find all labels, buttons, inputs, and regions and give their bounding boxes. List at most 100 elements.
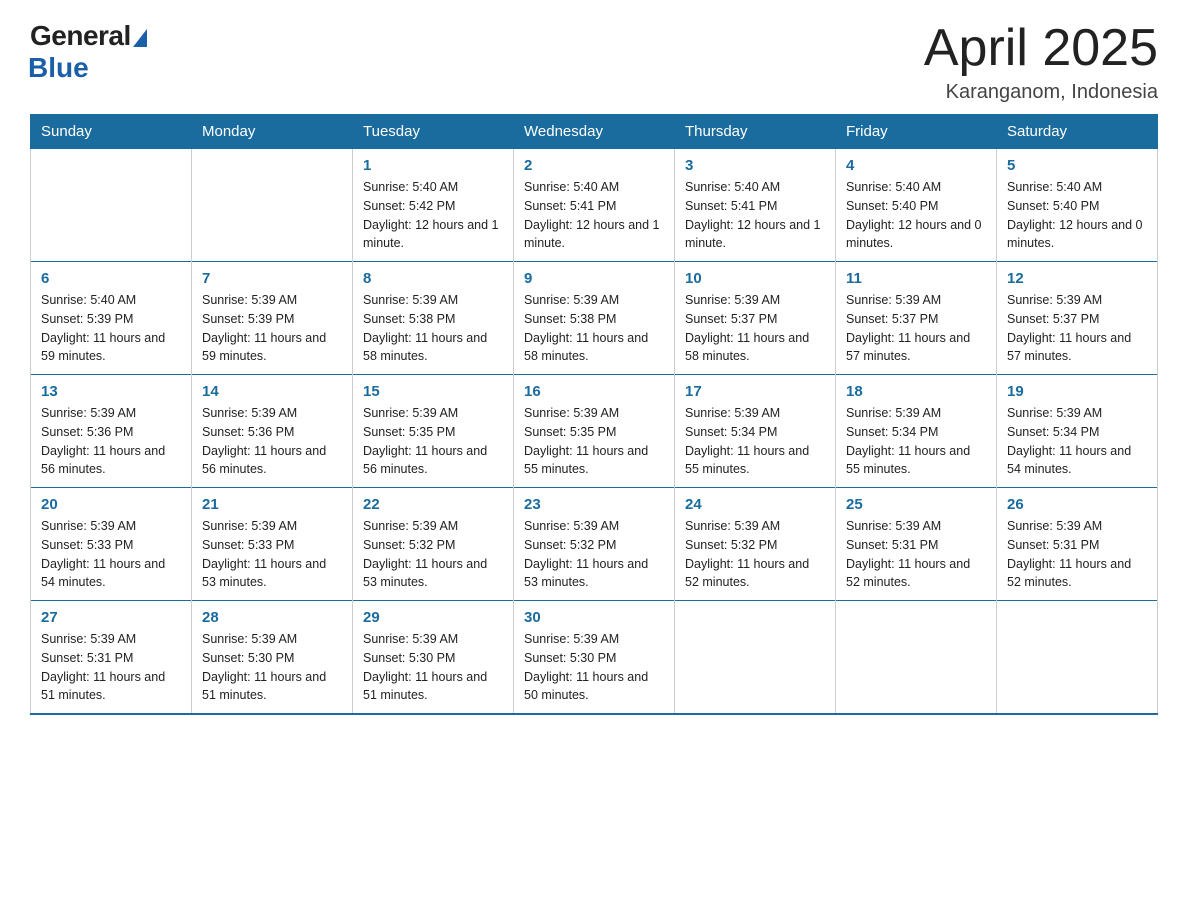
calendar-cell: 5 Sunrise: 5:40 AM Sunset: 5:40 PM Daylig… [997, 149, 1158, 262]
day-info: Sunrise: 5:39 AM Sunset: 5:34 PM Dayligh… [846, 404, 986, 479]
header-monday: Monday [192, 115, 353, 149]
day-number: 9 [524, 270, 664, 287]
day-number: 5 [1007, 157, 1147, 174]
day-info: Sunrise: 5:39 AM Sunset: 5:33 PM Dayligh… [202, 517, 342, 592]
calendar-header: Sunday Monday Tuesday Wednesday Thursday… [31, 115, 1158, 149]
logo: General Blue [30, 20, 147, 84]
day-info: Sunrise: 5:39 AM Sunset: 5:31 PM Dayligh… [846, 517, 986, 592]
day-number: 22 [363, 496, 503, 513]
week-row-1: 1 Sunrise: 5:40 AM Sunset: 5:42 PM Daylig… [31, 149, 1158, 262]
header-wednesday: Wednesday [514, 115, 675, 149]
day-number: 2 [524, 157, 664, 174]
day-info: Sunrise: 5:39 AM Sunset: 5:32 PM Dayligh… [524, 517, 664, 592]
calendar-cell: 24 Sunrise: 5:39 AM Sunset: 5:32 PM Dayli… [675, 488, 836, 601]
header-saturday: Saturday [997, 115, 1158, 149]
week-row-5: 27Sunrise: 5:39 AM Sunset: 5:31 PM Dayli… [31, 601, 1158, 715]
day-info: Sunrise: 5:39 AM Sunset: 5:37 PM Dayligh… [1007, 291, 1147, 366]
day-info: Sunrise: 5:39 AM Sunset: 5:35 PM Dayligh… [363, 404, 503, 479]
header-thursday: Thursday [675, 115, 836, 149]
header-friday: Friday [836, 115, 997, 149]
logo-blue-text: Blue [28, 52, 89, 84]
calendar-cell: 17 Sunrise: 5:39 AM Sunset: 5:34 PM Dayli… [675, 375, 836, 488]
day-info: Sunrise: 5:39 AM Sunset: 5:32 PM Dayligh… [685, 517, 825, 592]
logo-general-text: General [30, 20, 131, 52]
calendar-cell: 18 Sunrise: 5:39 AM Sunset: 5:34 PM Dayli… [836, 375, 997, 488]
day-info: Sunrise: 5:39 AM Sunset: 5:33 PM Dayligh… [41, 517, 181, 592]
day-info: Sunrise: 5:39 AM Sunset: 5:30 PM Dayligh… [363, 630, 503, 705]
header-tuesday: Tuesday [353, 115, 514, 149]
calendar-cell [997, 601, 1158, 715]
day-number: 11 [846, 270, 986, 287]
day-number: 17 [685, 383, 825, 400]
calendar-cell: 11 Sunrise: 5:39 AM Sunset: 5:37 PM Dayli… [836, 262, 997, 375]
calendar-cell: 23 Sunrise: 5:39 AM Sunset: 5:32 PM Dayli… [514, 488, 675, 601]
day-number: 18 [846, 383, 986, 400]
calendar-cell: 6 Sunrise: 5:40 AM Sunset: 5:39 PM Daylig… [31, 262, 192, 375]
calendar-cell: 26 Sunrise: 5:39 AM Sunset: 5:31 PM Dayli… [997, 488, 1158, 601]
calendar-cell: 22 Sunrise: 5:39 AM Sunset: 5:32 PM Dayli… [353, 488, 514, 601]
day-info: Sunrise: 5:40 AM Sunset: 5:40 PM Dayligh… [846, 178, 986, 253]
calendar-cell: 12Sunrise: 5:39 AM Sunset: 5:37 PM Dayli… [997, 262, 1158, 375]
calendar-cell: 21Sunrise: 5:39 AM Sunset: 5:33 PM Dayli… [192, 488, 353, 601]
calendar-table: Sunday Monday Tuesday Wednesday Thursday… [30, 114, 1158, 715]
day-info: Sunrise: 5:40 AM Sunset: 5:41 PM Dayligh… [685, 178, 825, 253]
day-number: 28 [202, 609, 342, 626]
day-info: Sunrise: 5:39 AM Sunset: 5:31 PM Dayligh… [41, 630, 181, 705]
calendar-cell: 7 Sunrise: 5:39 AM Sunset: 5:39 PM Daylig… [192, 262, 353, 375]
day-number: 16 [524, 383, 664, 400]
calendar-cell: 13Sunrise: 5:39 AM Sunset: 5:36 PM Dayli… [31, 375, 192, 488]
day-number: 4 [846, 157, 986, 174]
day-info: Sunrise: 5:40 AM Sunset: 5:42 PM Dayligh… [363, 178, 503, 253]
day-info: Sunrise: 5:39 AM Sunset: 5:34 PM Dayligh… [1007, 404, 1147, 479]
day-number: 6 [41, 270, 181, 287]
day-info: Sunrise: 5:40 AM Sunset: 5:39 PM Dayligh… [41, 291, 181, 366]
calendar-cell: 20 Sunrise: 5:39 AM Sunset: 5:33 PM Dayli… [31, 488, 192, 601]
day-number: 7 [202, 270, 342, 287]
day-info: Sunrise: 5:39 AM Sunset: 5:35 PM Dayligh… [524, 404, 664, 479]
calendar-cell: 27Sunrise: 5:39 AM Sunset: 5:31 PM Dayli… [31, 601, 192, 715]
day-info: Sunrise: 5:39 AM Sunset: 5:32 PM Dayligh… [363, 517, 503, 592]
header-row: Sunday Monday Tuesday Wednesday Thursday… [31, 115, 1158, 149]
day-number: 8 [363, 270, 503, 287]
day-number: 15 [363, 383, 503, 400]
day-number: 24 [685, 496, 825, 513]
day-number: 1 [363, 157, 503, 174]
header-sunday: Sunday [31, 115, 192, 149]
day-info: Sunrise: 5:39 AM Sunset: 5:34 PM Dayligh… [685, 404, 825, 479]
day-info: Sunrise: 5:39 AM Sunset: 5:31 PM Dayligh… [1007, 517, 1147, 592]
calendar-body: 1 Sunrise: 5:40 AM Sunset: 5:42 PM Daylig… [31, 149, 1158, 715]
calendar-title: April 2025 [924, 20, 1158, 77]
calendar-cell: 1 Sunrise: 5:40 AM Sunset: 5:42 PM Daylig… [353, 149, 514, 262]
calendar-cell [675, 601, 836, 715]
calendar-cell: 9 Sunrise: 5:39 AM Sunset: 5:38 PM Daylig… [514, 262, 675, 375]
calendar-cell: 28Sunrise: 5:39 AM Sunset: 5:30 PM Dayli… [192, 601, 353, 715]
day-info: Sunrise: 5:40 AM Sunset: 5:40 PM Dayligh… [1007, 178, 1147, 253]
week-row-4: 20 Sunrise: 5:39 AM Sunset: 5:33 PM Dayli… [31, 488, 1158, 601]
day-number: 19 [1007, 383, 1147, 400]
day-info: Sunrise: 5:39 AM Sunset: 5:39 PM Dayligh… [202, 291, 342, 366]
day-info: Sunrise: 5:40 AM Sunset: 5:41 PM Dayligh… [524, 178, 664, 253]
calendar-cell: 10 Sunrise: 5:39 AM Sunset: 5:37 PM Dayli… [675, 262, 836, 375]
day-info: Sunrise: 5:39 AM Sunset: 5:38 PM Dayligh… [363, 291, 503, 366]
day-number: 20 [41, 496, 181, 513]
day-number: 29 [363, 609, 503, 626]
day-info: Sunrise: 5:39 AM Sunset: 5:38 PM Dayligh… [524, 291, 664, 366]
calendar-cell: 19 Sunrise: 5:39 AM Sunset: 5:34 PM Dayli… [997, 375, 1158, 488]
calendar-cell: 15 Sunrise: 5:39 AM Sunset: 5:35 PM Dayli… [353, 375, 514, 488]
calendar-cell [836, 601, 997, 715]
day-info: Sunrise: 5:39 AM Sunset: 5:37 PM Dayligh… [685, 291, 825, 366]
title-block: April 2025 Karanganom, Indonesia [924, 20, 1158, 104]
calendar-cell: 29 Sunrise: 5:39 AM Sunset: 5:30 PM Dayli… [353, 601, 514, 715]
day-info: Sunrise: 5:39 AM Sunset: 5:30 PM Dayligh… [524, 630, 664, 705]
calendar-cell: 14Sunrise: 5:39 AM Sunset: 5:36 PM Dayli… [192, 375, 353, 488]
day-info: Sunrise: 5:39 AM Sunset: 5:36 PM Dayligh… [41, 404, 181, 479]
calendar-cell: 30Sunrise: 5:39 AM Sunset: 5:30 PM Dayli… [514, 601, 675, 715]
day-number: 25 [846, 496, 986, 513]
calendar-cell: 16 Sunrise: 5:39 AM Sunset: 5:35 PM Dayli… [514, 375, 675, 488]
day-info: Sunrise: 5:39 AM Sunset: 5:36 PM Dayligh… [202, 404, 342, 479]
day-number: 23 [524, 496, 664, 513]
day-number: 3 [685, 157, 825, 174]
day-number: 10 [685, 270, 825, 287]
day-number: 26 [1007, 496, 1147, 513]
day-info: Sunrise: 5:39 AM Sunset: 5:37 PM Dayligh… [846, 291, 986, 366]
